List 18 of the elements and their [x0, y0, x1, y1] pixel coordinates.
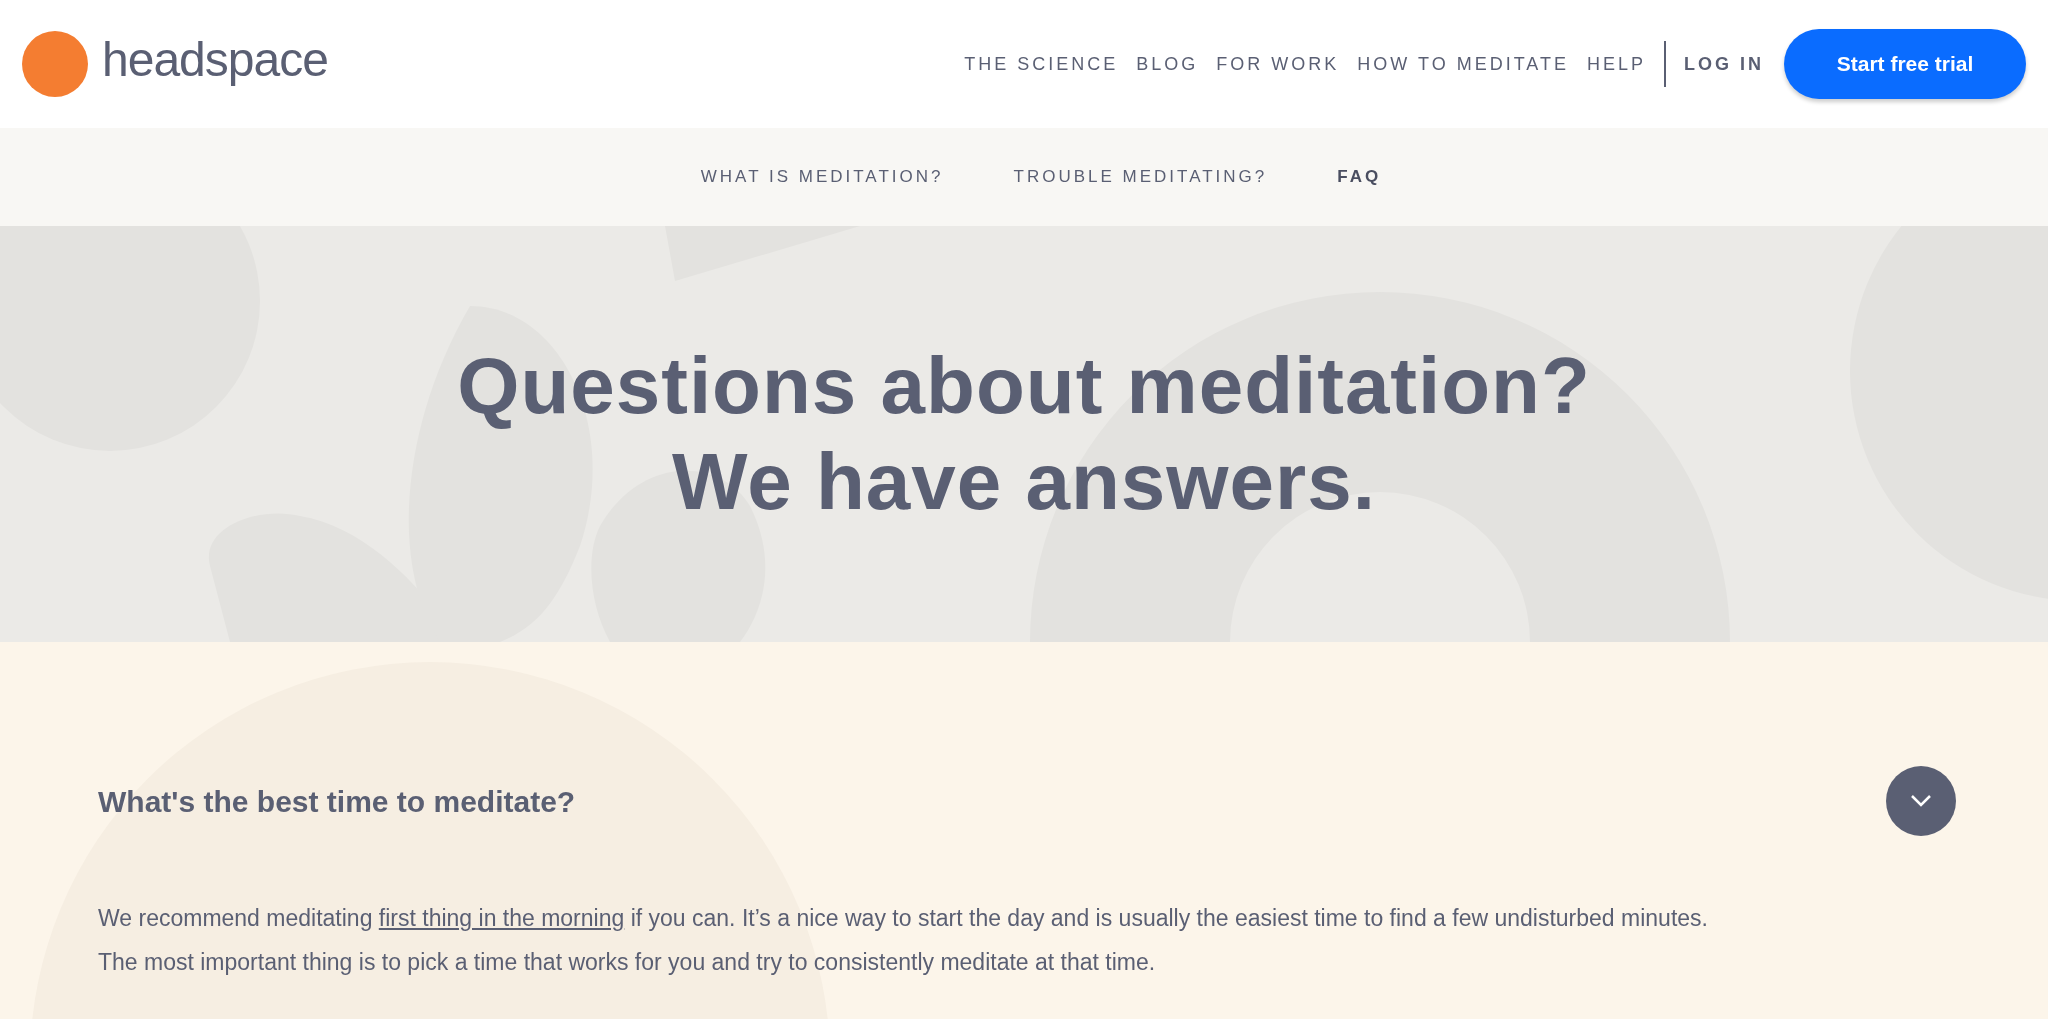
- subnav-tab[interactable]: TROUBLE MEDITATING?: [1013, 164, 1268, 190]
- logo-icon[interactable]: [22, 31, 88, 97]
- subnav-tab[interactable]: FAQ: [1337, 164, 1382, 190]
- faq-question[interactable]: What's the best time to meditate?: [98, 778, 576, 824]
- nav-link[interactable]: HOW TO MEDITATE: [1357, 50, 1569, 78]
- faq-answer: We recommend meditating first thing in the morning if you can. It’s a nice way to start the day and is usually the easiest time to find a few undisturbed minutes. The most important thing is to pick a time that works for you and try to consistently meditate at that time.: [98, 904, 1709, 977]
- nav-link[interactable]: FOR WORK: [1216, 50, 1340, 78]
- hero-heading: Questions about meditation?: [457, 340, 1591, 432]
- nav-link[interactable]: BLOG: [1136, 50, 1199, 78]
- login-link[interactable]: LOG IN: [1684, 50, 1764, 78]
- nav-link[interactable]: THE SCIENCE: [964, 50, 1119, 78]
- start-trial-button[interactable]: Start free trial: [1784, 29, 2026, 99]
- nav-link[interactable]: HELP: [1586, 50, 1646, 78]
- logo-wordmark[interactable]: headspace: [102, 36, 328, 92]
- morning-link[interactable]: first thing in the morning: [378, 905, 625, 931]
- hero-heading: We have answers.: [672, 436, 1376, 528]
- chevron-icon: [1910, 794, 1932, 808]
- subnav-tab[interactable]: WHAT IS MEDITATION?: [700, 164, 944, 190]
